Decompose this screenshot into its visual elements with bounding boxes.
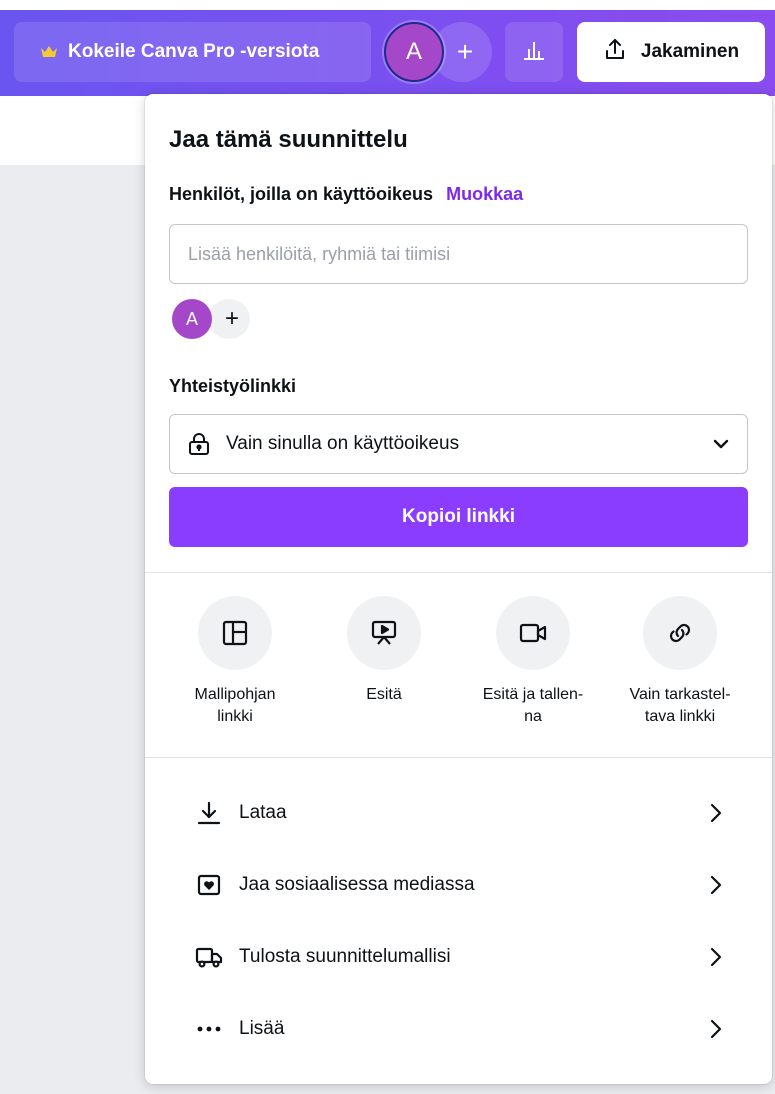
copy-link-label: Kopioi linkki	[402, 506, 515, 527]
menu-item-download[interactable]: Lataa	[169, 783, 748, 843]
truck-icon	[195, 946, 223, 968]
menu-item-label: Lataa	[239, 802, 287, 823]
divider	[145, 757, 772, 758]
add-people-input[interactable]	[169, 224, 748, 284]
divider	[145, 572, 772, 573]
menu-item-more[interactable]: Lisää	[169, 999, 748, 1059]
option-template-link[interactable]: Mallipohjan linkki	[160, 596, 310, 728]
menu-item-label: Jaa sosiaalisessa mediassa	[239, 874, 475, 895]
collab-access-select[interactable]: Vain sinulla on käyttöoikeus	[169, 414, 748, 474]
upload-icon	[603, 37, 627, 67]
share-button[interactable]: Jakaminen	[577, 22, 765, 82]
template-icon	[198, 596, 272, 670]
plus-icon: +	[224, 305, 239, 332]
option-present-record[interactable]: Esitä ja tallen-na	[458, 596, 608, 728]
more-dots-icon	[195, 1026, 223, 1032]
collab-access-value: Vain sinulla on käyttöoikeus	[226, 433, 460, 454]
collab-link-heading: Yhteistyölinkki	[169, 376, 297, 396]
option-label: Vain tarkastel-tava linkki	[629, 686, 731, 725]
lock-icon	[188, 432, 210, 456]
plus-icon: +	[456, 36, 474, 67]
window-top-strip	[0, 0, 775, 10]
share-panel: Jaa tämä suunnittelu Henkilöt, joilla on…	[145, 94, 772, 1084]
crown-icon	[40, 45, 58, 59]
chevron-down-icon	[713, 439, 729, 449]
link-icon	[643, 596, 717, 670]
editor-top-bar: Kokeile Canva Pro -versiota + A Jakamine…	[0, 10, 775, 96]
chevron-right-icon	[710, 875, 722, 895]
panel-title: Jaa tämä suunnittelu	[169, 126, 408, 153]
copy-link-button[interactable]: Kopioi linkki	[169, 487, 748, 547]
try-pro-label: Kokeile Canva Pro -versiota	[68, 41, 320, 62]
editor-toolbar-area	[0, 96, 150, 165]
insights-button[interactable]	[505, 22, 563, 82]
social-heart-icon	[195, 874, 223, 896]
avatar-initial: A	[405, 38, 422, 65]
menu-item-label: Lisää	[239, 1018, 285, 1039]
option-label: Mallipohjan linkki	[194, 686, 276, 725]
menu-item-label: Tulosta suunnittelumallisi	[239, 946, 451, 967]
download-icon	[195, 800, 223, 826]
option-label: Esitä ja tallen-na	[482, 686, 584, 725]
option-view-only-link[interactable]: Vain tarkastel-tava linkki	[605, 596, 755, 728]
access-heading: Henkilöt, joilla on käyttöoikeus Muokkaa	[169, 184, 523, 205]
option-label: Esitä	[366, 686, 402, 703]
member-initial: A	[185, 308, 198, 329]
share-label: Jakaminen	[640, 41, 740, 62]
chevron-right-icon	[710, 1019, 722, 1039]
option-present[interactable]: Esitä	[309, 596, 459, 706]
user-avatar[interactable]: A	[384, 22, 444, 82]
access-label: Henkilöt, joilla on käyttöoikeus	[169, 184, 434, 204]
menu-item-social[interactable]: Jaa sosiaalisessa mediassa	[169, 855, 748, 915]
edit-access-link[interactable]: Muokkaa	[446, 184, 523, 204]
record-icon	[496, 596, 570, 670]
bar-chart-icon	[522, 39, 546, 66]
try-pro-button[interactable]: Kokeile Canva Pro -versiota	[14, 22, 371, 82]
present-icon	[347, 596, 421, 670]
chevron-right-icon	[710, 803, 722, 823]
member-avatar[interactable]: A	[172, 299, 212, 339]
add-member-button[interactable]: +	[208, 299, 250, 339]
chevron-right-icon	[710, 947, 722, 967]
menu-item-print[interactable]: Tulosta suunnittelumallisi	[169, 927, 748, 987]
